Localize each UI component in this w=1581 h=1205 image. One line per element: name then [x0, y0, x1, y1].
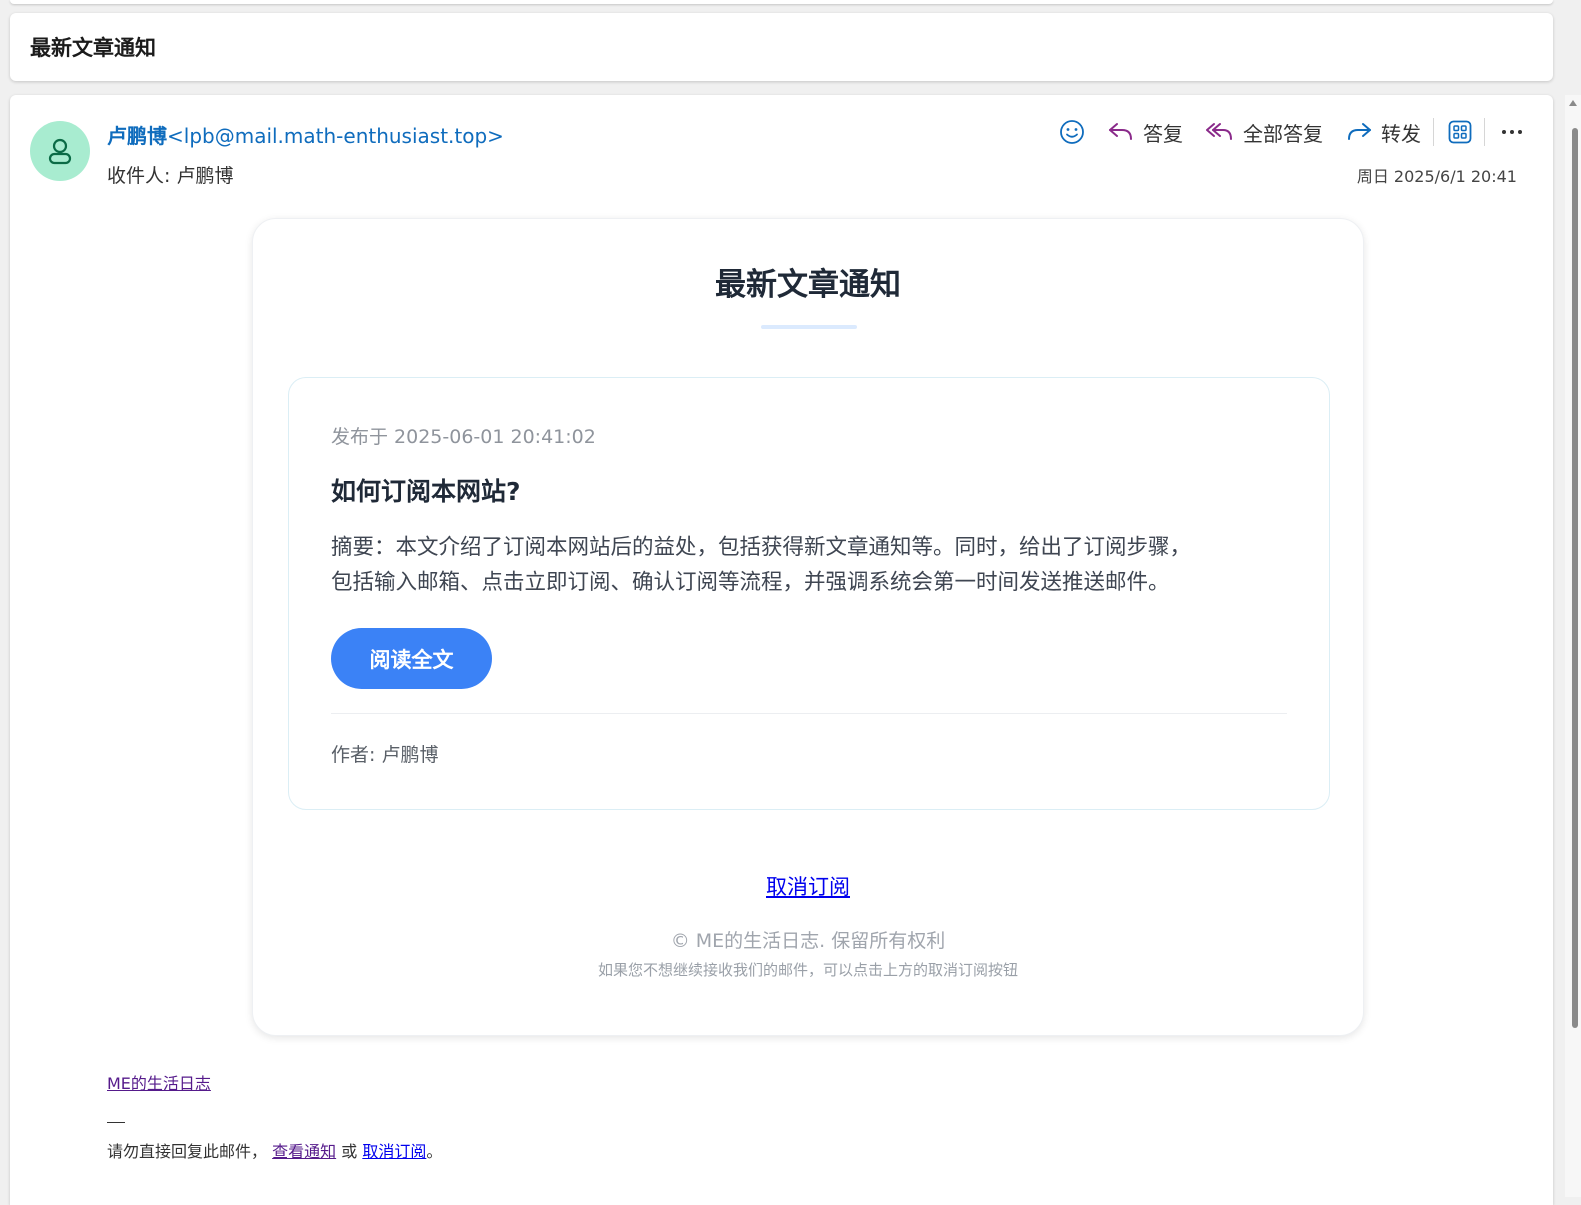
reply-all-icon	[1206, 123, 1232, 140]
footer-or: 或	[341, 1142, 358, 1161]
reply-all-button[interactable]: 全部答复	[1205, 118, 1323, 147]
apps-button[interactable]	[1448, 120, 1472, 144]
publish-date: 发布于 2025-06-01 20:41:02	[331, 426, 596, 448]
recipient-label: 收件人:	[107, 165, 171, 187]
recipient-name[interactable]: 卢鹏博	[176, 165, 233, 187]
forward-icon	[1348, 123, 1371, 140]
smiley-icon	[1060, 120, 1084, 144]
article-divider	[331, 713, 1287, 714]
apps-grid-icon	[1448, 120, 1472, 144]
action-separator	[1484, 118, 1485, 146]
view-notification-link[interactable]: 查看通知	[272, 1142, 336, 1161]
reply-all-label: 全部答复	[1243, 121, 1323, 146]
sender-line[interactable]: 卢鹏博<lpb@mail.math-enthusiast.top>	[107, 120, 504, 149]
previous-mail-edge	[10, 0, 1553, 4]
summary-line-2: 包括输入邮箱、点击立即订阅、确认订阅等流程，并强调系统会第一时间发送推送邮件。	[331, 570, 1170, 595]
mail-reading-pane: 卢鹏博<lpb@mail.math-enthusiast.top> 收件人: 卢…	[10, 95, 1553, 1205]
card-title: 最新文章通知	[715, 267, 901, 303]
person-icon	[48, 138, 72, 165]
more-horizontal-icon	[1502, 130, 1522, 134]
sender-name[interactable]: 卢鹏博	[107, 124, 167, 148]
footer-note-prefix: 请勿直接回复此邮件，	[107, 1142, 268, 1161]
reply-label: 答复	[1143, 121, 1183, 146]
action-separator	[1433, 118, 1434, 146]
article-title: 如何订阅本网站?	[331, 477, 521, 506]
emoji-reaction-button[interactable]	[1059, 119, 1085, 145]
scroll-up-arrow-icon[interactable]	[1569, 100, 1577, 106]
title-underline	[761, 325, 857, 329]
scrollbar-thumb[interactable]	[1572, 128, 1578, 1028]
unsubscribe-area: 取消订阅	[253, 871, 1363, 901]
summary-line-1: 摘要：本文介绍了订阅本网站后的益处，包括获得新文章通知等。同时，给出了订阅步骤，	[331, 535, 1192, 560]
reply-button[interactable]: 答复	[1107, 118, 1183, 147]
more-actions-button[interactable]	[1501, 129, 1523, 135]
mail-subject: 最新文章通知	[30, 36, 156, 60]
site-link[interactable]: ME的生活日志	[107, 1070, 211, 1094]
forward-button[interactable]: 转发	[1345, 118, 1421, 147]
article-box: 发布于 2025-06-01 20:41:02 如何订阅本网站? 摘要：本文介绍…	[288, 377, 1330, 810]
footer-period: 。	[426, 1142, 443, 1161]
signature-dash	[107, 1122, 125, 1123]
article-author: 作者: 卢鹏博	[331, 744, 439, 766]
sent-date: 周日 2025/6/1 20:41	[1356, 167, 1517, 186]
footer-unsubscribe-link[interactable]: 取消订阅	[362, 1142, 426, 1161]
subject-bar: 最新文章通知	[10, 13, 1553, 81]
sender-avatar[interactable]	[30, 121, 90, 181]
read-full-article-button[interactable]: 阅读全文	[331, 628, 492, 689]
newsletter-card: 最新文章通知 发布于 2025-06-01 20:41:02 如何订阅本网站? …	[252, 218, 1364, 1036]
copyright-text: © ME的生活日志. 保留所有权利	[670, 930, 946, 952]
sender-email[interactable]: <lpb@mail.math-enthusiast.top>	[167, 124, 504, 148]
reply-icon	[1109, 123, 1132, 140]
unsubscribe-link[interactable]: 取消订阅	[766, 875, 850, 899]
unsubscribe-footnote: 如果您不想继续接收我们的邮件，可以点击上方的取消订阅按钮	[597, 961, 1018, 979]
article-summary: 摘要：本文介绍了订阅本网站后的益处，包括获得新文章通知等。同时，给出了订阅步骤，…	[331, 530, 1291, 600]
footer-note: 请勿直接回复此邮件， 查看通知 或 取消订阅。	[107, 1138, 442, 1162]
forward-label: 转发	[1381, 121, 1421, 146]
recipient-line: 收件人: 卢鹏博	[107, 161, 233, 188]
message-actions: 答复 全部答复 转发	[1037, 115, 1523, 149]
